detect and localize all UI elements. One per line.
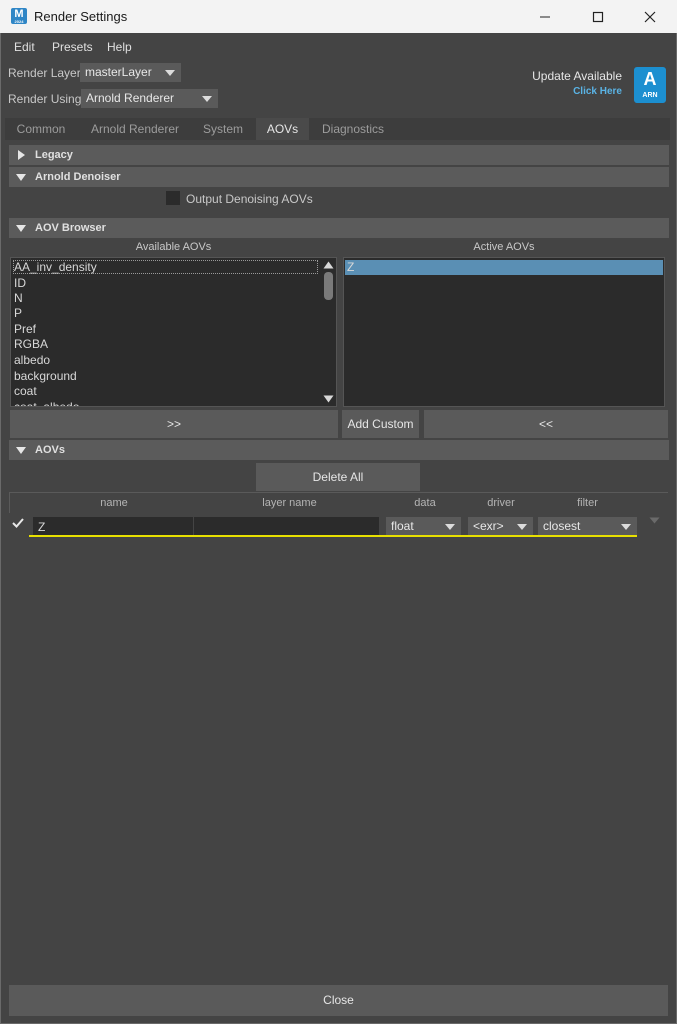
scrollbar-thumb[interactable]	[324, 272, 333, 300]
active-aovs-label: Active AOVs	[473, 241, 535, 253]
tab-common[interactable]: Common	[8, 118, 74, 140]
list-item[interactable]: coat_albedo	[14, 400, 79, 406]
menu-edit[interactable]: Edit	[14, 40, 35, 54]
minimize-icon	[540, 16, 550, 18]
list-item[interactable]: Z	[347, 260, 354, 275]
row-options-icon[interactable]	[649, 517, 660, 524]
available-list-scrollbar[interactable]	[321, 258, 336, 406]
list-item[interactable]: ID	[14, 276, 26, 291]
collapse-arrow-icon	[16, 174, 26, 181]
aov-name-value: Z	[38, 520, 46, 534]
aov-enabled-checkbox[interactable]	[11, 516, 25, 530]
column-header-driver: driver	[487, 497, 515, 509]
tab-diagnostics[interactable]: Diagnostics	[314, 118, 392, 140]
chevron-down-icon	[445, 524, 455, 530]
aov-filter-dropdown[interactable]: closest	[538, 517, 637, 536]
divider	[9, 493, 10, 513]
aovs-section-title: AOVs	[35, 444, 65, 456]
remove-aov-button[interactable]: <<	[424, 410, 668, 438]
active-aovs-list[interactable]: Z	[343, 257, 665, 407]
aovs-section-header[interactable]: AOVs	[9, 440, 669, 460]
close-button[interactable]: Close	[9, 985, 668, 1016]
chevron-down-icon	[621, 524, 631, 530]
close-window-button[interactable]	[627, 0, 673, 33]
list-item[interactable]: background	[14, 369, 77, 384]
maya-app-icon: M 2024	[11, 8, 27, 24]
render-using-label: Render Using	[8, 92, 82, 106]
update-click-here-link[interactable]: Click Here	[573, 86, 622, 97]
title-bar[interactable]: M 2024 Render Settings	[0, 0, 677, 33]
legacy-section-header[interactable]: Legacy	[9, 145, 669, 165]
renderer-value: Arnold Renderer	[86, 91, 175, 105]
list-item[interactable]: P	[14, 306, 22, 321]
list-item[interactable]: RGBA	[14, 337, 48, 352]
chevron-down-icon	[202, 96, 212, 102]
aov-layer-name-field[interactable]	[194, 517, 379, 535]
render-layer-label: Render Layer	[8, 66, 81, 80]
aov-driver-value: <exr>	[473, 519, 504, 533]
window-title: Render Settings	[34, 9, 128, 24]
column-header-name: name	[100, 497, 128, 509]
add-aov-button[interactable]: >>	[10, 410, 338, 438]
list-item[interactable]: AA_inv_density	[13, 260, 318, 274]
close-icon	[644, 11, 656, 23]
chevron-down-icon	[165, 70, 175, 76]
aov-browser-section-header[interactable]: AOV Browser	[9, 218, 669, 238]
aov-driver-dropdown[interactable]: <exr>	[468, 517, 533, 536]
available-aovs-label: Available AOVs	[135, 241, 212, 253]
list-item[interactable]: coat	[14, 384, 37, 399]
aov-data-dropdown[interactable]: float	[386, 517, 461, 536]
column-header-data: data	[414, 497, 436, 509]
maximize-icon	[592, 12, 604, 23]
aov-filter-value: closest	[543, 519, 581, 533]
collapse-arrow-icon	[16, 447, 26, 454]
row-highlight-underline	[29, 535, 637, 537]
output-denoising-label: Output Denoising AOVs	[186, 192, 313, 206]
add-custom-button[interactable]: Add Custom	[342, 410, 419, 438]
aov-data-value: float	[391, 519, 414, 533]
selected-row-highlight	[345, 260, 663, 275]
tab-system[interactable]: System	[195, 118, 251, 140]
legacy-section-title: Legacy	[35, 149, 73, 161]
update-available-label: Update Available	[532, 69, 622, 83]
list-item[interactable]: Pref	[14, 322, 36, 337]
scroll-up-icon[interactable]	[323, 261, 334, 269]
minimize-button[interactable]	[522, 0, 568, 33]
scroll-down-icon[interactable]	[323, 395, 334, 403]
available-aovs-list[interactable]: AA_inv_density ID N P Pref RGBA albedo b…	[10, 257, 337, 407]
output-denoising-checkbox[interactable]	[166, 191, 180, 205]
arnold-logo-text: ARN	[642, 92, 658, 99]
render-layer-dropdown[interactable]: masterLayer	[80, 63, 181, 82]
column-header-layer-name: layer name	[262, 497, 317, 509]
chevron-down-icon	[517, 524, 527, 530]
denoiser-section-header[interactable]: Arnold Denoiser	[9, 167, 669, 187]
divider	[9, 492, 668, 493]
expand-arrow-icon	[18, 150, 25, 160]
list-item[interactable]: N	[14, 291, 23, 306]
arnold-logo-icon[interactable]: A ARN	[634, 67, 666, 103]
tab-arnold-renderer[interactable]: Arnold Renderer	[80, 118, 190, 140]
delete-all-button[interactable]: Delete All	[256, 463, 420, 491]
collapse-arrow-icon	[16, 225, 26, 232]
maximize-button[interactable]	[575, 0, 621, 33]
column-header-filter: filter	[577, 497, 598, 509]
denoiser-section-title: Arnold Denoiser	[35, 171, 121, 183]
list-item[interactable]: albedo	[14, 353, 50, 368]
aov-browser-section-title: AOV Browser	[35, 222, 106, 234]
menu-help[interactable]: Help	[107, 40, 132, 54]
tab-aovs[interactable]: AOVs	[256, 118, 309, 140]
aov-name-field[interactable]: Z	[33, 517, 193, 535]
render-layer-value: masterLayer	[85, 65, 152, 79]
checkmark-icon	[12, 518, 24, 528]
renderer-dropdown[interactable]: Arnold Renderer	[81, 89, 218, 108]
menu-presets[interactable]: Presets	[52, 40, 93, 54]
arnold-logo-letter: A	[643, 69, 657, 89]
